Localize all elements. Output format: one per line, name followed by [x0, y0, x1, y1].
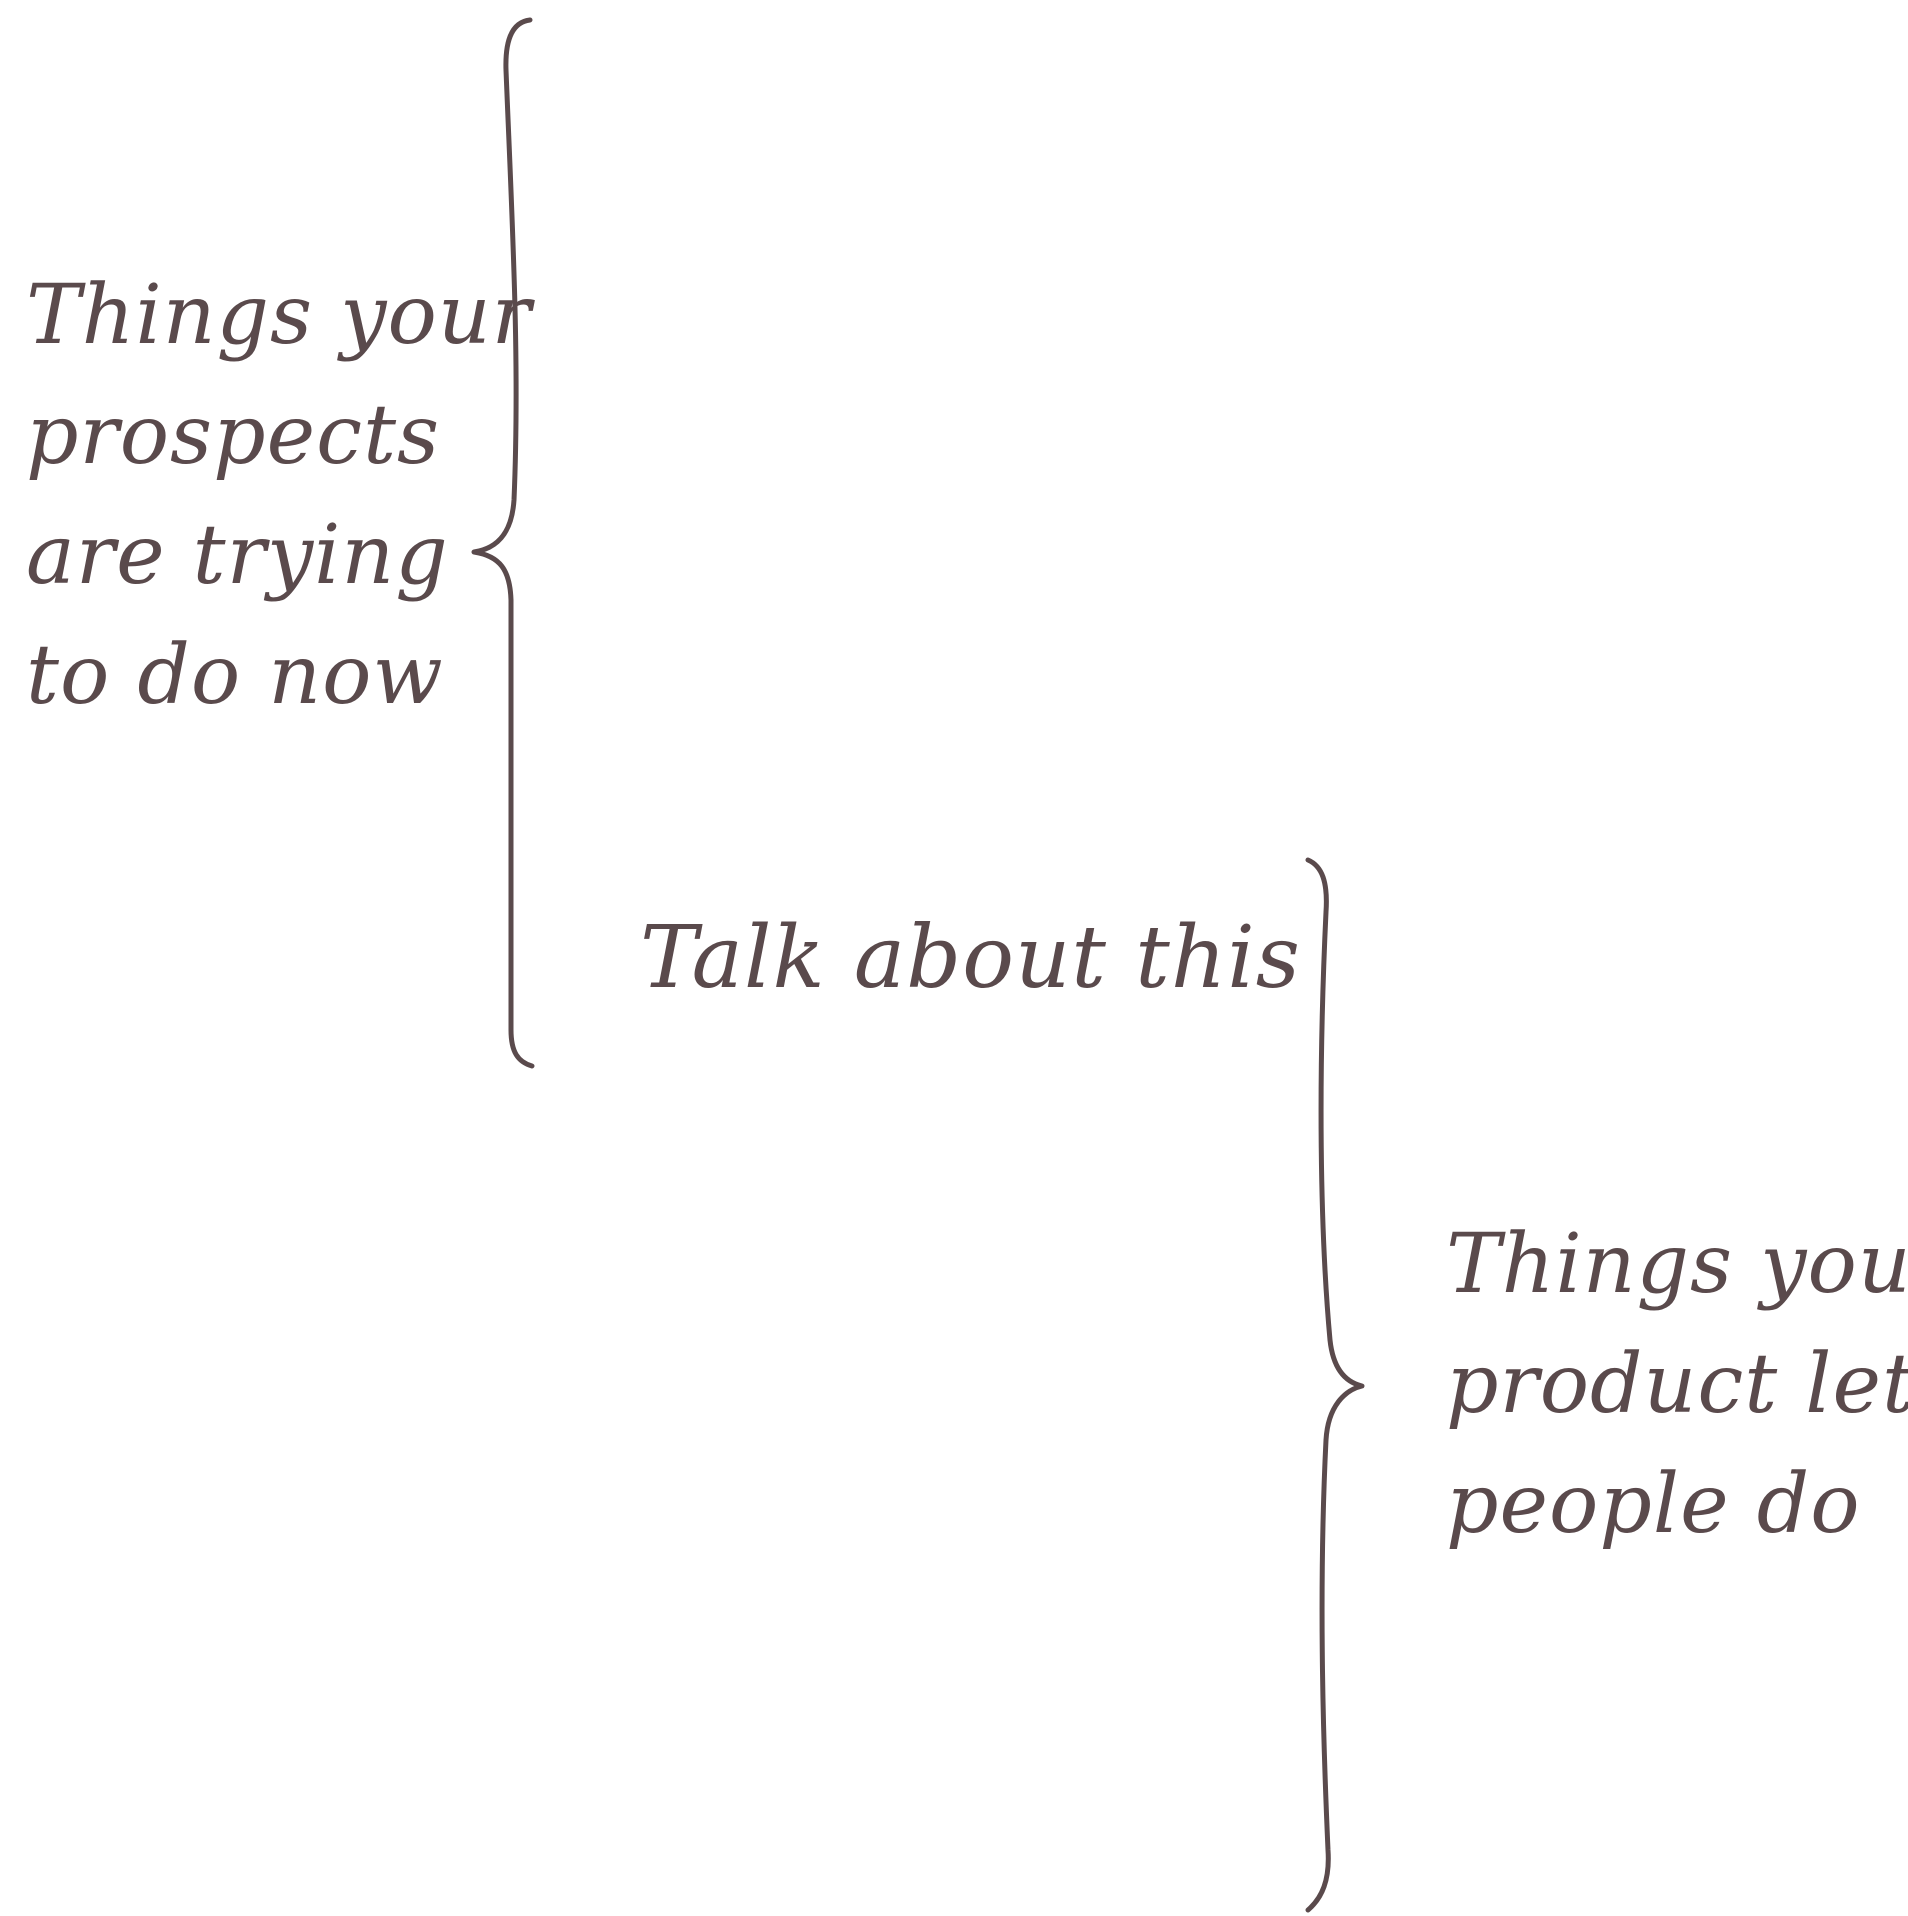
product-label-line: product lets	[1446, 1337, 1908, 1432]
prospects-label-line: to do now	[26, 628, 444, 723]
prospects-label: Things your prospects are trying to do n…	[26, 256, 532, 736]
product-label: Things your product lets people do	[1446, 1205, 1908, 1565]
prospects-label-line: prospects	[26, 388, 441, 483]
overlap-label: Talk about this	[640, 898, 1301, 1018]
product-label-line: people do	[1446, 1457, 1861, 1552]
right-curly-brace	[1305, 857, 1365, 1913]
diagram-canvas: Things your prospects are trying to do n…	[0, 0, 1908, 1916]
product-label-line: Things your	[1446, 1217, 1908, 1312]
prospects-label-line: are trying	[26, 508, 449, 603]
overlap-label-line: Talk about this	[640, 908, 1301, 1008]
prospects-label-line: Things your	[26, 268, 532, 363]
